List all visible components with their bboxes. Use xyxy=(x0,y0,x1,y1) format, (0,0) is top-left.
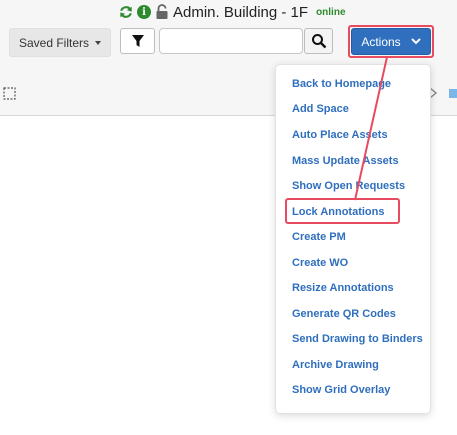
building-name: Admin. Building - 1F xyxy=(173,3,309,21)
menu-item-show-grid-overlay[interactable]: Show Grid Overlay xyxy=(292,384,390,396)
menu-item-back-to-homepage[interactable]: Back to Homepage xyxy=(292,78,391,90)
menu-item-send-drawing-to-binders[interactable]: Send Drawing to Binders xyxy=(292,333,423,345)
caret-down-icon xyxy=(95,40,102,45)
filter-button[interactable] xyxy=(120,28,155,54)
partial-toolbar-icon-2[interactable] xyxy=(448,86,457,100)
saved-filters-label: Saved Filters xyxy=(18,35,90,50)
lock-annotations-highlight-box xyxy=(285,198,400,224)
search-icon xyxy=(311,34,326,49)
menu-item-add-space[interactable]: Add Space xyxy=(292,103,349,115)
info-icon[interactable]: i xyxy=(137,5,151,19)
menu-item-mass-update-assets[interactable]: Mass Update Assets xyxy=(292,155,399,167)
selection-icon[interactable] xyxy=(3,87,16,100)
menu-item-generate-qr-codes[interactable]: Generate QR Codes xyxy=(292,308,396,320)
menu-item-create-pm[interactable]: Create PM xyxy=(292,231,346,243)
refresh-icon[interactable] xyxy=(119,5,133,19)
menu-item-auto-place-assets[interactable]: Auto Place Assets xyxy=(292,129,388,141)
menu-item-archive-drawing[interactable]: Archive Drawing xyxy=(292,359,379,371)
menu-item-show-open-requests[interactable]: Show Open Requests xyxy=(292,180,405,192)
search-input[interactable] xyxy=(159,28,303,54)
menu-item-create-wo[interactable]: Create WO xyxy=(292,257,348,269)
online-status: online xyxy=(316,6,346,18)
menu-item-resize-annotations[interactable]: Resize Annotations xyxy=(292,282,394,294)
status-line: i Admin. Building - 1F online xyxy=(119,2,346,22)
search-button[interactable] xyxy=(304,28,333,54)
filter-icon xyxy=(131,35,144,47)
saved-filters-button[interactable]: Saved Filters xyxy=(9,28,111,57)
lock-icon[interactable] xyxy=(155,4,169,20)
actions-dropdown-menu: Back to Homepage Add Space Auto Place As… xyxy=(275,64,431,414)
actions-highlight-box xyxy=(348,25,434,58)
